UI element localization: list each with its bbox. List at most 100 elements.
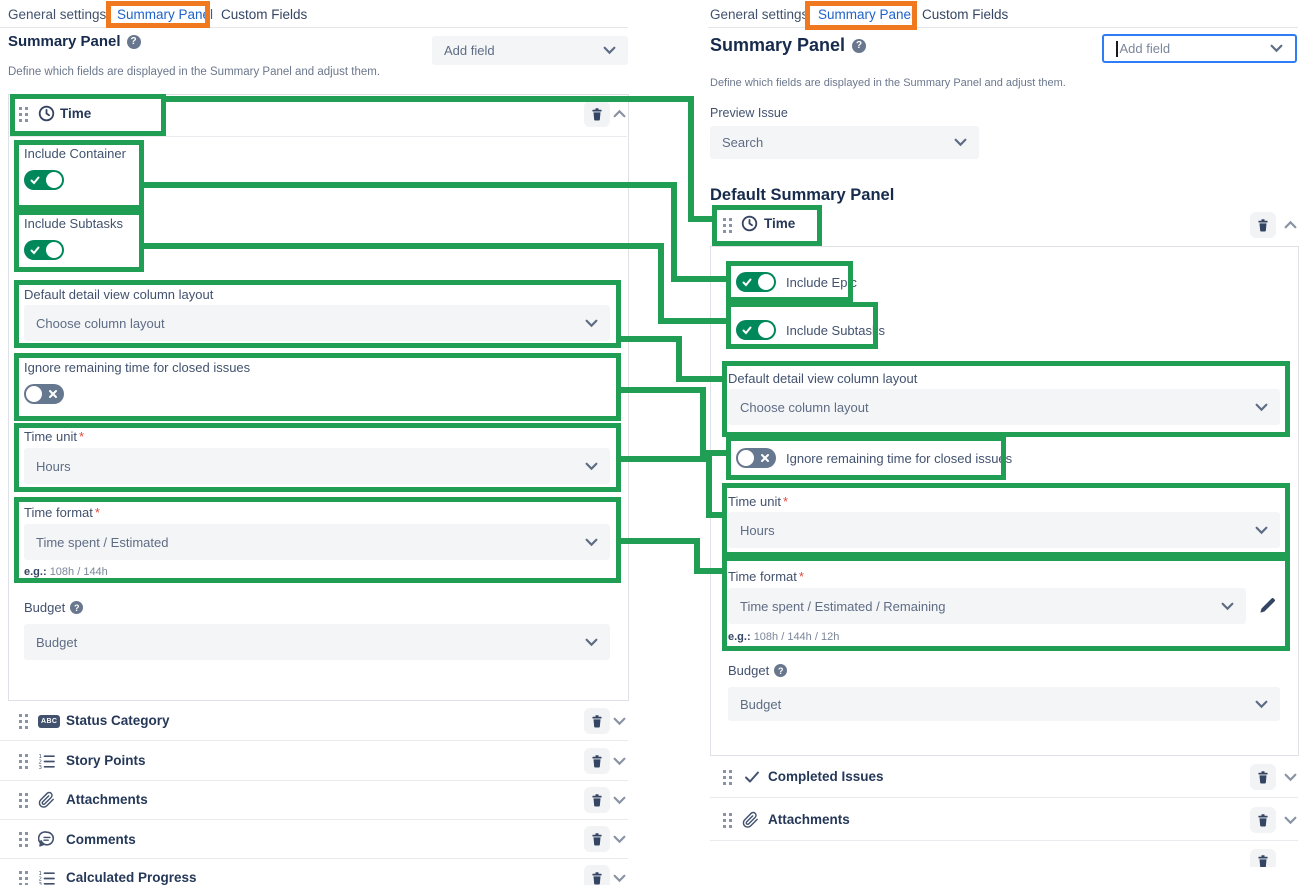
time-format-label: Time format* (728, 569, 804, 584)
active-tab-underline (818, 26, 908, 29)
drag-handle-icon[interactable] (18, 106, 29, 123)
chevron-down-icon (1255, 403, 1268, 412)
help-icon[interactable]: ? (774, 664, 787, 677)
drag-handle-icon[interactable] (18, 792, 29, 809)
connector-line (700, 387, 706, 456)
drag-handle-icon[interactable] (18, 753, 29, 770)
delete-button[interactable] (584, 748, 610, 774)
time-unit-select[interactable]: Hours (728, 512, 1280, 548)
tab-custom-fields[interactable]: Custom Fields (922, 7, 1008, 22)
drag-handle-icon[interactable] (722, 769, 733, 786)
delete-button[interactable] (584, 101, 610, 127)
tab-summary-panel[interactable]: Summary Panel (818, 7, 914, 22)
ignore-remaining-label: Ignore remaining time for closed issues (24, 360, 250, 375)
field-row-label: Story Points (66, 753, 146, 768)
clock-icon (38, 105, 55, 122)
include-subtasks-toggle[interactable] (736, 320, 776, 340)
toggle-knob (46, 242, 62, 258)
collapse-chevron-icon[interactable] (1284, 220, 1297, 229)
tab-summary-panel[interactable]: Summary Panel (117, 7, 213, 22)
paperclip-icon (742, 811, 759, 829)
help-icon[interactable]: ? (70, 601, 83, 614)
cross-icon (760, 453, 770, 463)
preview-issue-select[interactable]: Search (710, 126, 979, 159)
time-unit-label: Time unit* (728, 494, 788, 509)
field-row-label: Attachments (66, 792, 148, 807)
budget-label: Budget? (728, 663, 787, 678)
time-format-select[interactable]: Time spent / Estimated / Remaining (728, 588, 1246, 624)
tab-general-settings[interactable]: General settings (8, 7, 106, 22)
include-epic-label: Include Epic (786, 275, 857, 290)
expand-chevron-icon[interactable] (1284, 816, 1297, 825)
time-unit-label: Time unit* (24, 429, 84, 444)
drag-handle-icon[interactable] (18, 831, 29, 848)
numbered-list-icon: 123 (38, 754, 55, 769)
trash-icon (1256, 813, 1270, 828)
expand-chevron-icon[interactable] (613, 874, 626, 883)
delete-button[interactable] (584, 787, 610, 813)
delete-button[interactable] (1250, 212, 1276, 238)
include-subtasks-toggle[interactable] (24, 240, 64, 260)
drag-handle-icon[interactable] (722, 217, 733, 234)
page-description: Define which fields are displayed in the… (8, 66, 380, 78)
expand-chevron-icon[interactable] (613, 835, 626, 844)
drag-handle-icon[interactable] (18, 870, 29, 885)
budget-select[interactable]: Budget (728, 687, 1280, 721)
column-layout-select[interactable]: Choose column layout (728, 389, 1280, 425)
tab-custom-fields[interactable]: Custom Fields (221, 7, 307, 22)
chevron-down-icon (585, 319, 598, 328)
required-marker: * (79, 429, 84, 444)
drag-handle-icon[interactable] (18, 713, 29, 730)
delete-button[interactable] (1250, 807, 1276, 833)
page-description: Define which fields are displayed in the… (710, 77, 1066, 89)
cross-icon (48, 389, 58, 399)
numbered-list-icon: 123 (38, 871, 55, 885)
help-icon[interactable]: ? (127, 35, 141, 49)
chevron-down-icon (1270, 44, 1283, 53)
ignore-remaining-toggle[interactable] (24, 384, 64, 404)
chevron-down-icon (954, 138, 967, 147)
delete-button[interactable] (584, 826, 610, 852)
add-field-select[interactable]: Add field (1102, 34, 1297, 63)
connector-line (688, 216, 714, 222)
field-row-label: Attachments (768, 812, 850, 827)
trash-icon (590, 871, 604, 885)
expand-chevron-icon[interactable] (1284, 773, 1297, 782)
preview-issue-label: Preview Issue (710, 106, 788, 120)
help-icon[interactable]: ? (852, 39, 866, 53)
time-format-select[interactable]: Time spent / Estimated (24, 524, 610, 560)
edit-pencil-icon[interactable] (1258, 596, 1277, 615)
collapse-chevron-icon[interactable] (613, 109, 626, 118)
delete-button[interactable] (584, 865, 610, 885)
chevron-down-icon (603, 46, 616, 55)
toggle-knob (26, 386, 42, 402)
expand-chevron-icon[interactable] (613, 717, 626, 726)
trash-icon (590, 754, 604, 769)
column-layout-select[interactable]: Choose column layout (24, 305, 610, 341)
check-icon (30, 175, 40, 185)
abc-badge-icon: ABC (38, 715, 60, 728)
section-title: Default Summary Panel (710, 186, 894, 205)
checkmark-icon (744, 770, 760, 784)
expand-chevron-icon[interactable] (613, 757, 626, 766)
add-field-select[interactable]: Add field (432, 36, 628, 65)
include-container-toggle[interactable] (24, 170, 64, 190)
drag-handle-icon[interactable] (722, 812, 733, 829)
connector-line (688, 96, 694, 222)
trash-icon (1256, 854, 1270, 867)
time-format-example: e.g.: 108h / 144h (24, 566, 108, 578)
include-container-label: Include Container (24, 146, 126, 161)
include-epic-toggle[interactable] (736, 272, 776, 292)
delete-button[interactable] (584, 708, 610, 734)
delete-button[interactable] (1250, 764, 1276, 790)
chevron-down-icon (1255, 700, 1268, 709)
toggle-knob (758, 274, 774, 290)
time-unit-select[interactable]: Hours (24, 448, 610, 484)
tab-general-settings[interactable]: General settings (710, 7, 808, 22)
connector-line (658, 318, 728, 324)
ignore-remaining-toggle[interactable] (736, 448, 776, 468)
delete-button[interactable] (1250, 849, 1276, 867)
page-title: Summary Panel ? (710, 35, 866, 56)
budget-select[interactable]: Budget (24, 624, 610, 660)
expand-chevron-icon[interactable] (613, 796, 626, 805)
